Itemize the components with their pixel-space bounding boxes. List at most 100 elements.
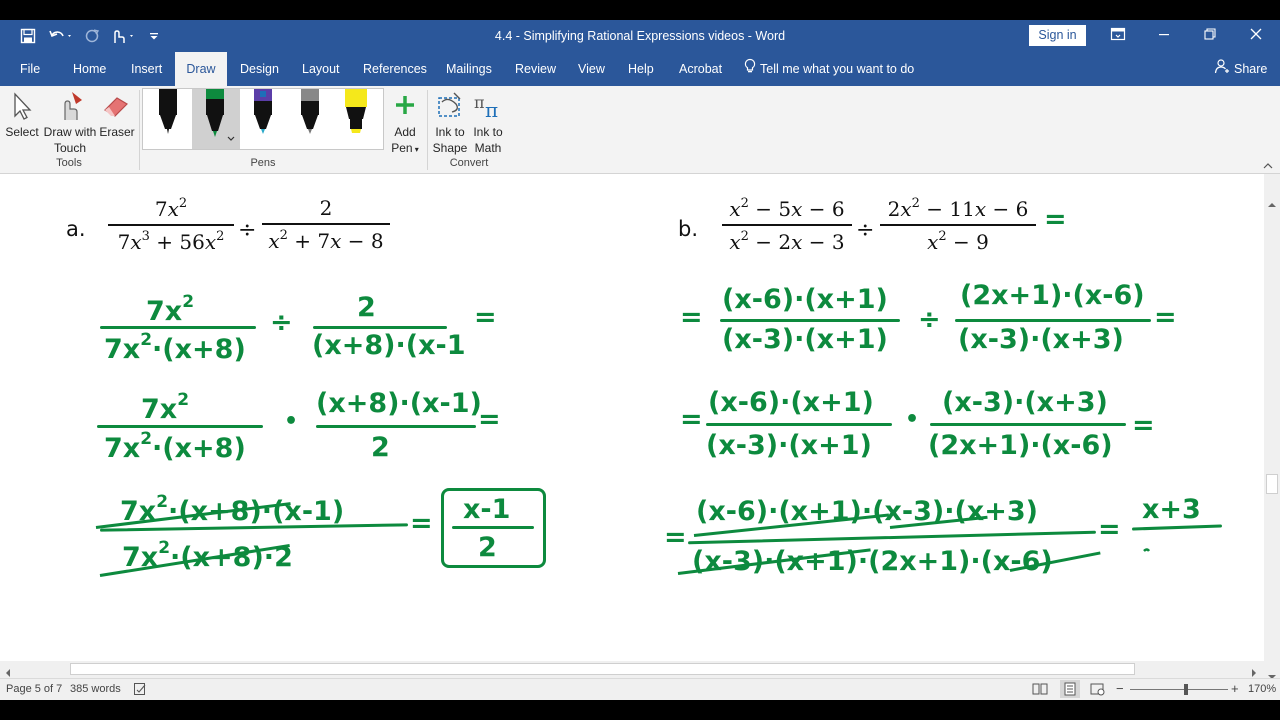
sign-in-button[interactable]: Sign in [1029,25,1086,46]
tab-layout[interactable]: Layout [302,52,340,86]
ink-multiply-dot: • [905,407,920,432]
scroll-thumb[interactable] [1266,474,1278,494]
tab-references[interactable]: References [363,52,427,86]
galaxy-pen[interactable] [240,89,286,149]
ink-fraction-bar [706,423,892,426]
scroll-up-icon[interactable] [1267,196,1277,214]
convert-group-label: Convert [449,157,489,169]
tab-insert[interactable]: Insert [131,52,162,86]
zoom-slider-thumb[interactable] [1184,684,1188,695]
zoom-slider[interactable] [1130,684,1228,695]
zoom-out-button[interactable]: − [1116,681,1124,696]
ink-answer-num: x-1 [463,494,511,525]
tab-draw[interactable]: Draw [175,52,227,86]
ribbon-display-options-icon[interactable] [1108,26,1128,46]
ribbon-tabs: File Home Insert Draw Design Layout Refe… [0,52,1280,86]
ink-b1-den1: (x-3)·(x+1) [722,324,888,355]
scroll-thumb[interactable] [70,663,1135,675]
lightbulb-icon [744,53,756,87]
group-divider [427,90,428,170]
eraser-icon [104,97,128,117]
problem-b-fraction-2: 2x2 − 11x − 6 x2 − 9 [880,196,1036,254]
word-window: 4.4 - Simplifying Rational Expressions v… [0,20,1280,700]
ink-to-math-button[interactable]: ππ Ink to Math [470,90,506,156]
document-canvas[interactable]: a. 7x2 7x3 + 56x2 ÷ 2 x2 + 7x − 8 b. x2 … [0,174,1264,681]
group-divider [139,90,140,170]
tab-mailings[interactable]: Mailings [446,52,492,86]
horizontal-scrollbar[interactable] [0,661,1264,678]
tab-home[interactable]: Home [73,52,106,86]
ink-multiply-dot: • [284,409,299,434]
status-bar: Page 5 of 7 385 words − + 170% [0,678,1280,700]
web-layout-icon[interactable] [1090,682,1106,699]
divide-sign: ÷ [238,218,257,243]
ink-a1-den2: (x+8)·(x-1 [312,330,466,361]
ink-equals: = [1154,302,1177,333]
title-bar: 4.4 - Simplifying Rational Expressions v… [0,20,1280,52]
ink-partial-stroke [1142,544,1152,562]
ink-fraction-bar [720,319,900,322]
ink-b2-den1: (x-3)·(x+1) [706,430,872,461]
tab-file[interactable]: File [20,52,40,86]
ink-equals: = [680,302,703,333]
ink-fraction-bar [955,319,1151,322]
touch-pen-icon [64,92,82,120]
tab-view[interactable]: View [578,52,605,86]
green-pen-selected[interactable] [192,89,240,149]
read-mode-icon[interactable] [1032,682,1048,699]
ink-divide: ÷ [918,304,941,335]
ink-b2-num1: (x-6)·(x+1) [708,387,874,418]
share-label: Share [1234,62,1268,76]
pens-gallery [142,88,384,150]
yellow-highlighter[interactable] [333,89,379,149]
ink-to-shape-button[interactable]: Ink to Shape [430,90,470,156]
divide-sign: ÷ [856,218,875,243]
plus-icon [396,96,414,114]
ink-to-shape-icon [438,92,461,117]
fraction-bar [722,224,852,226]
ink-equals: = [1044,204,1067,235]
problem-a-fraction-2: 2 x2 + 7x − 8 [262,196,390,253]
draw-ribbon: Select Draw with Touch Eraser Tools Pens… [0,86,1280,174]
tab-review[interactable]: Review [515,52,556,86]
word-count[interactable]: 385 words [70,683,121,695]
eraser-button[interactable]: Eraser [99,90,135,140]
ink-b3-den: (x-3)·(x+1)·(2x+1)·(x-6) [692,546,1053,577]
ink-b1-den2: (x-3)·(x+3) [958,324,1124,355]
problem-b-label: b. [678,217,699,241]
black-pen[interactable] [145,89,191,149]
ink-fraction-bar [97,425,263,428]
tab-design[interactable]: Design [240,52,279,86]
vertical-scrollbar[interactable] [1264,174,1280,681]
add-pen-button[interactable]: Add Pen ▾ [387,90,423,158]
tab-acrobat[interactable]: Acrobat [679,52,722,86]
ink-equals: = [1132,410,1155,441]
share-button[interactable]: Share [1214,52,1267,86]
tell-me-search[interactable]: Tell me what you want to do [744,52,914,86]
problem-b-fraction-1: x2 − 5x − 6 x2 − 2x − 3 [722,196,852,254]
select-button[interactable]: Select [4,90,40,140]
problem-a-num1: 7x2 [154,196,188,221]
ink-a2-num1: 7x2 [141,390,190,425]
problem-b-num1: x2 − 5x − 6 [729,196,845,221]
problem-a-fraction-1: 7x2 7x3 + 56x2 [108,196,234,254]
zoom-in-button[interactable]: + [1231,681,1239,696]
close-icon[interactable] [1246,26,1266,46]
pencil[interactable] [287,89,333,149]
pens-group-label: Pens [250,157,276,169]
cursor-icon [14,92,32,120]
proofing-icon[interactable] [133,682,147,699]
print-layout-icon[interactable] [1060,680,1080,698]
tab-help[interactable]: Help [628,52,654,86]
ink-b1-num1: (x-6)·(x+1) [722,284,888,315]
ink-a2-den2: 2 [371,432,390,463]
ink-a1-num2: 2 [357,292,376,323]
ink-b3-num: (x-6)·(x+1)·(x-3)·(x+3) [696,496,1038,527]
zoom-level[interactable]: 170% [1248,683,1276,695]
problem-a-num2: 2 [319,196,333,220]
page-count[interactable]: Page 5 of 7 [6,683,62,695]
draw-with-touch-button[interactable]: Draw with Touch [42,90,98,156]
minimize-icon[interactable] [1154,26,1174,46]
ink-b2-num2: (x-3)·(x+3) [942,387,1108,418]
restore-icon[interactable] [1200,26,1220,46]
